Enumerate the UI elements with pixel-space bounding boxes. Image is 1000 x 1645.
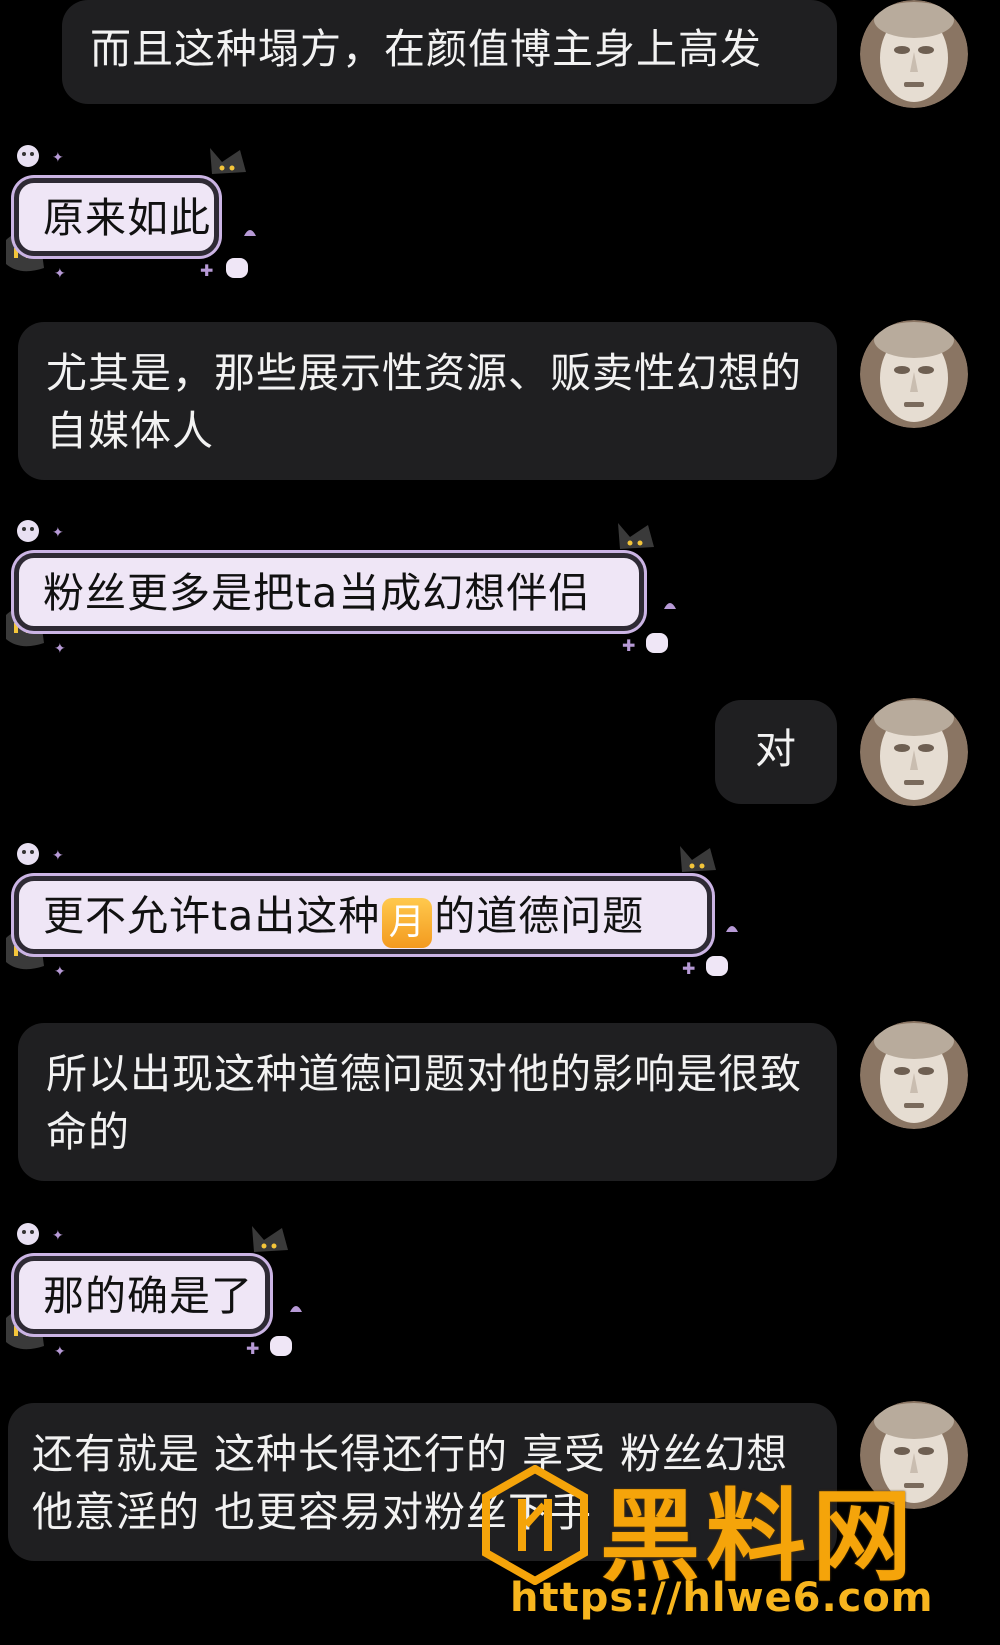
message-bubble-left[interactable]: ✦ ✦ ✚ 粉丝更多是把ta当成幻想伴侣 — [0, 515, 690, 665]
message-text-after: 的道德问题 — [434, 892, 645, 940]
marble-statue-avatar-icon — [860, 320, 968, 428]
marble-statue-avatar-icon — [860, 698, 968, 806]
watermark-logo-icon — [482, 1465, 588, 1585]
message-bubble-left[interactable]: ✦ ✦ ✚ 更不允许ta出这种月的道德问题 — [0, 838, 750, 988]
avatar[interactable] — [860, 1021, 968, 1129]
message-bubble-left[interactable]: ✦ ✦ ✚ 那的确是了 — [0, 1218, 320, 1368]
avatar[interactable] — [860, 0, 968, 108]
message-bubble-right[interactable]: 对 — [715, 700, 837, 804]
chat-thread: 而且这种塌方，在颜值博主身上高发 ✦ ✦ ✚ 原来如此 尤其是，那些展示性资源、… — [0, 0, 1000, 1645]
message-bubble-right[interactable]: 尤其是，那些展示性资源、贩卖性幻想的自媒体人 — [18, 322, 837, 480]
avatar[interactable] — [860, 320, 968, 428]
svg-text:✦: ✦ — [52, 150, 64, 166]
message-text: 那的确是了 — [43, 1272, 253, 1320]
svg-text:✦: ✦ — [54, 266, 66, 282]
watermark: 黑料网 https://hlwe6.com — [480, 1455, 980, 1635]
marble-statue-avatar-icon — [860, 0, 968, 108]
svg-text:✦: ✦ — [52, 525, 64, 541]
svg-text:✚: ✚ — [200, 261, 213, 280]
message-bubble-right[interactable]: 而且这种塌方，在颜值博主身上高发 — [62, 0, 837, 104]
message-light-bubble: 原来如此 — [14, 178, 219, 256]
moon-emoji-icon: 月 — [382, 898, 433, 948]
message-bubble-left[interactable]: ✦ ✦ ✚ 原来如此 — [0, 140, 270, 290]
message-text-before: 更不允许ta出这种 — [43, 892, 381, 940]
message-text: 所以出现这种道德问题对他的影响是很致命的 — [46, 1050, 802, 1156]
watermark-url: https://hlwe6.com — [510, 1575, 934, 1621]
message-text: 对 — [755, 725, 797, 773]
message-text: 原来如此 — [43, 194, 211, 242]
svg-text:✦: ✦ — [52, 1228, 64, 1244]
message-bubble-right[interactable]: 所以出现这种道德问题对他的影响是很致命的 — [18, 1023, 837, 1181]
svg-text:✦: ✦ — [54, 641, 66, 657]
svg-text:✚: ✚ — [622, 636, 635, 655]
message-light-bubble: 那的确是了 — [14, 1256, 270, 1334]
svg-text:✚: ✚ — [682, 959, 695, 978]
message-text: 尤其是，那些展示性资源、贩卖性幻想的自媒体人 — [46, 349, 802, 455]
svg-text:✚: ✚ — [246, 1339, 259, 1358]
svg-text:✦: ✦ — [52, 848, 64, 864]
message-light-bubble: 粉丝更多是把ta当成幻想伴侣 — [14, 553, 644, 631]
marble-statue-avatar-icon — [860, 1021, 968, 1129]
svg-text:✦: ✦ — [54, 1344, 66, 1360]
message-text: 粉丝更多是把ta当成幻想伴侣 — [43, 569, 591, 617]
svg-text:✦: ✦ — [54, 964, 66, 980]
message-light-bubble: 更不允许ta出这种月的道德问题 — [14, 876, 712, 954]
avatar[interactable] — [860, 698, 968, 806]
message-text: 而且这种塌方，在颜值博主身上高发 — [90, 25, 762, 73]
